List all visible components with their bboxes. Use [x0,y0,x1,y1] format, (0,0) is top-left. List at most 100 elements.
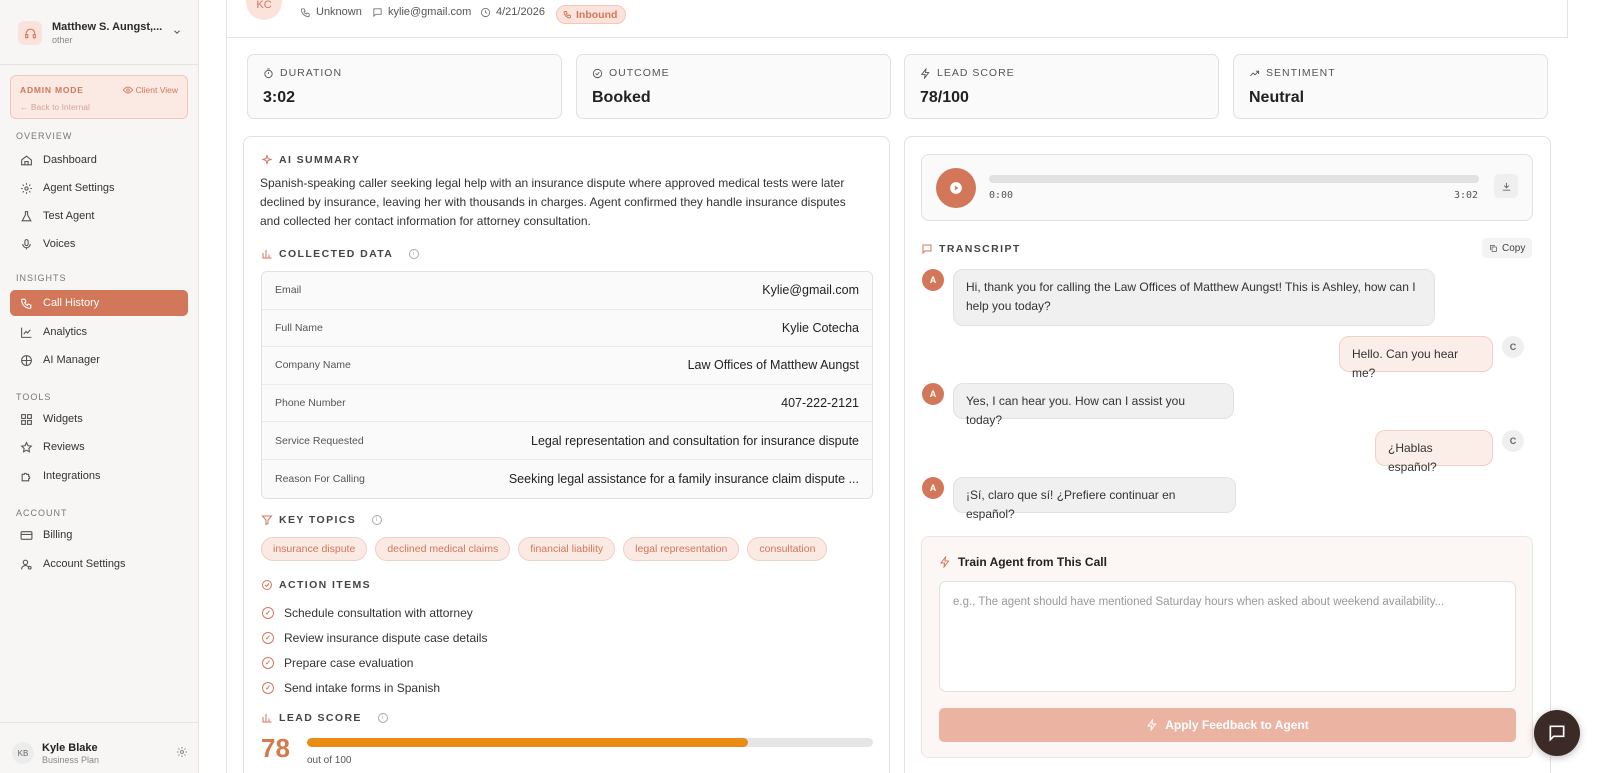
account-switcher[interactable]: Matthew S. Aungst,... other [10,12,188,54]
action-item-label: Schedule consultation with attorney [284,605,473,620]
field-key: Company Name [275,359,351,372]
stat-duration: DURATION 3:02 [247,54,562,119]
topic-chip: declined medical claims [375,537,511,561]
table-row: Email Kylie@gmail.com [262,272,872,310]
sidebar-item-dashboard[interactable]: Dashboard [10,147,188,173]
field-value: Seeking legal assistance for a family in… [508,471,859,486]
section-overview: OVERVIEW [16,131,73,141]
action-item-label: Prepare case evaluation [284,655,414,670]
sidebar-item-ai-manager[interactable]: AI Manager [10,347,188,373]
sidebar-item-reviews[interactable]: Reviews [10,434,188,460]
field-key: Phone Number [275,397,346,410]
transcript-heading: TRANSCRIPT [921,243,1021,255]
action-items-heading: ACTION ITEMS [261,579,371,591]
stat-lead-score: LEAD SCORE 78/100 [904,54,1219,119]
back-to-internal-link[interactable]: ← Back to Internal [20,102,90,112]
stat-label: LEAD SCORE [937,67,1015,79]
check-icon: ✓ [262,681,274,694]
stat-label: SENTIMENT [1266,67,1336,79]
info-icon[interactable]: i [372,515,383,525]
section-tools: TOOLS [16,392,52,402]
caller-avatar: C [1502,430,1524,452]
stat-value: 3:02 [263,89,296,106]
table-row: Company Name Law Offices of Matthew Aung… [262,347,872,385]
info-icon[interactable]: i [377,713,388,723]
sidebar-item-integrations[interactable]: Integrations [10,463,188,489]
user-plan: Business Plan [42,754,100,765]
sidebar-item-test-agent[interactable]: Test Agent [10,203,188,229]
headset-icon [18,21,42,45]
list-item: ✓ Prepare case evaluation [262,650,487,675]
microphone-icon [18,236,34,252]
client-view-label: Client View [135,85,178,95]
copy-button[interactable]: Copy [1482,238,1533,258]
divider [0,722,199,723]
play-button[interactable] [936,168,976,208]
train-agent-title: Train Agent from This Call [958,555,1107,569]
sidebar-item-label: Account Settings [43,558,126,570]
status-badge-label: Inbound [576,8,618,21]
chat-button[interactable] [1534,710,1580,756]
call-date: 4/21/2026 [480,6,545,18]
message-icon [922,244,932,255]
field-value: Law Offices of Matthew Aungst [687,358,859,373]
divider [0,64,199,65]
lead-score-fill [307,738,749,747]
clock-icon [480,7,491,17]
sidebar-item-call-history[interactable]: Call History [10,290,188,316]
sidebar-item-label: Agent Settings [43,182,115,194]
info-icon[interactable]: i [409,249,420,259]
lead-score-caption: out of 100 [307,755,352,766]
check-circle-icon [592,68,603,78]
phone-icon [18,295,34,311]
section-insights: INSIGHTS [16,273,67,283]
ai-summary-heading: AI SUMMARY [261,154,360,166]
field-key: Email [275,284,302,297]
sidebar-item-analytics[interactable]: Analytics [10,319,188,345]
chevron-down-icon [172,27,188,40]
check-icon: ✓ [262,656,274,669]
table-row: Reason For Calling Seeking legal assista… [262,459,872,498]
stat-outcome: OUTCOME Booked [576,54,891,119]
phone-incoming-icon [563,11,571,19]
caller-email-value: kylie@gmail.com [388,6,472,18]
sidebar-item-label: Reviews [43,441,85,453]
bar-chart-icon [262,250,272,259]
sidebar-item-agent-settings[interactable]: Agent Settings [10,175,188,201]
agent-message: Hi, thank you for calling the Law Office… [953,269,1435,326]
feedback-input[interactable]: e.g., The agent should have mentioned Sa… [939,581,1516,692]
sidebar-item-label: Integrations [43,470,101,482]
sidebar-item-label: Dashboard [43,154,97,166]
field-value: Legal representation and consultation fo… [531,433,859,448]
copy-icon [1490,244,1497,252]
ai-summary-title: AI SUMMARY [279,154,361,166]
caller-phone-value: Unknown [316,6,362,18]
audio-seek-bar[interactable] [989,175,1479,183]
list-item: ✓ Send intake forms in Spanish [262,675,487,700]
brain-icon [18,352,34,368]
download-button[interactable] [1494,174,1518,198]
agent-avatar: A [922,269,944,291]
client-view-link[interactable]: Client View [122,85,178,95]
filter-icon [261,515,273,526]
sidebar-item-widgets[interactable]: Widgets [10,406,188,432]
collected-data-title: COLLECTED DATA [279,248,394,260]
gear-icon[interactable] [176,746,188,761]
list-item: ✓ Review insurance dispute case details [262,625,487,650]
sparkle-icon [261,154,273,166]
divider [226,38,227,773]
sidebar-item-label: Analytics [43,326,88,338]
play-icon [950,182,962,194]
sidebar-item-billing[interactable]: Billing [10,522,188,548]
lead-score-bar [307,738,873,747]
sidebar-item-label: Voices [43,238,76,250]
admin-mode-label: ADMIN MODE [20,85,84,95]
audio-current-time: 0:00 [989,190,1014,201]
section-account: ACCOUNT [16,508,68,518]
user-profile[interactable]: KB Kyle Blake Business Plan [12,738,188,768]
sidebar-item-voices[interactable]: Voices [10,231,188,257]
apply-feedback-button[interactable]: Apply Feedback to Agent [939,708,1516,742]
field-key: Full Name [275,321,323,334]
sidebar-item-account-settings[interactable]: Account Settings [10,551,188,577]
trend-icon [1250,70,1260,76]
